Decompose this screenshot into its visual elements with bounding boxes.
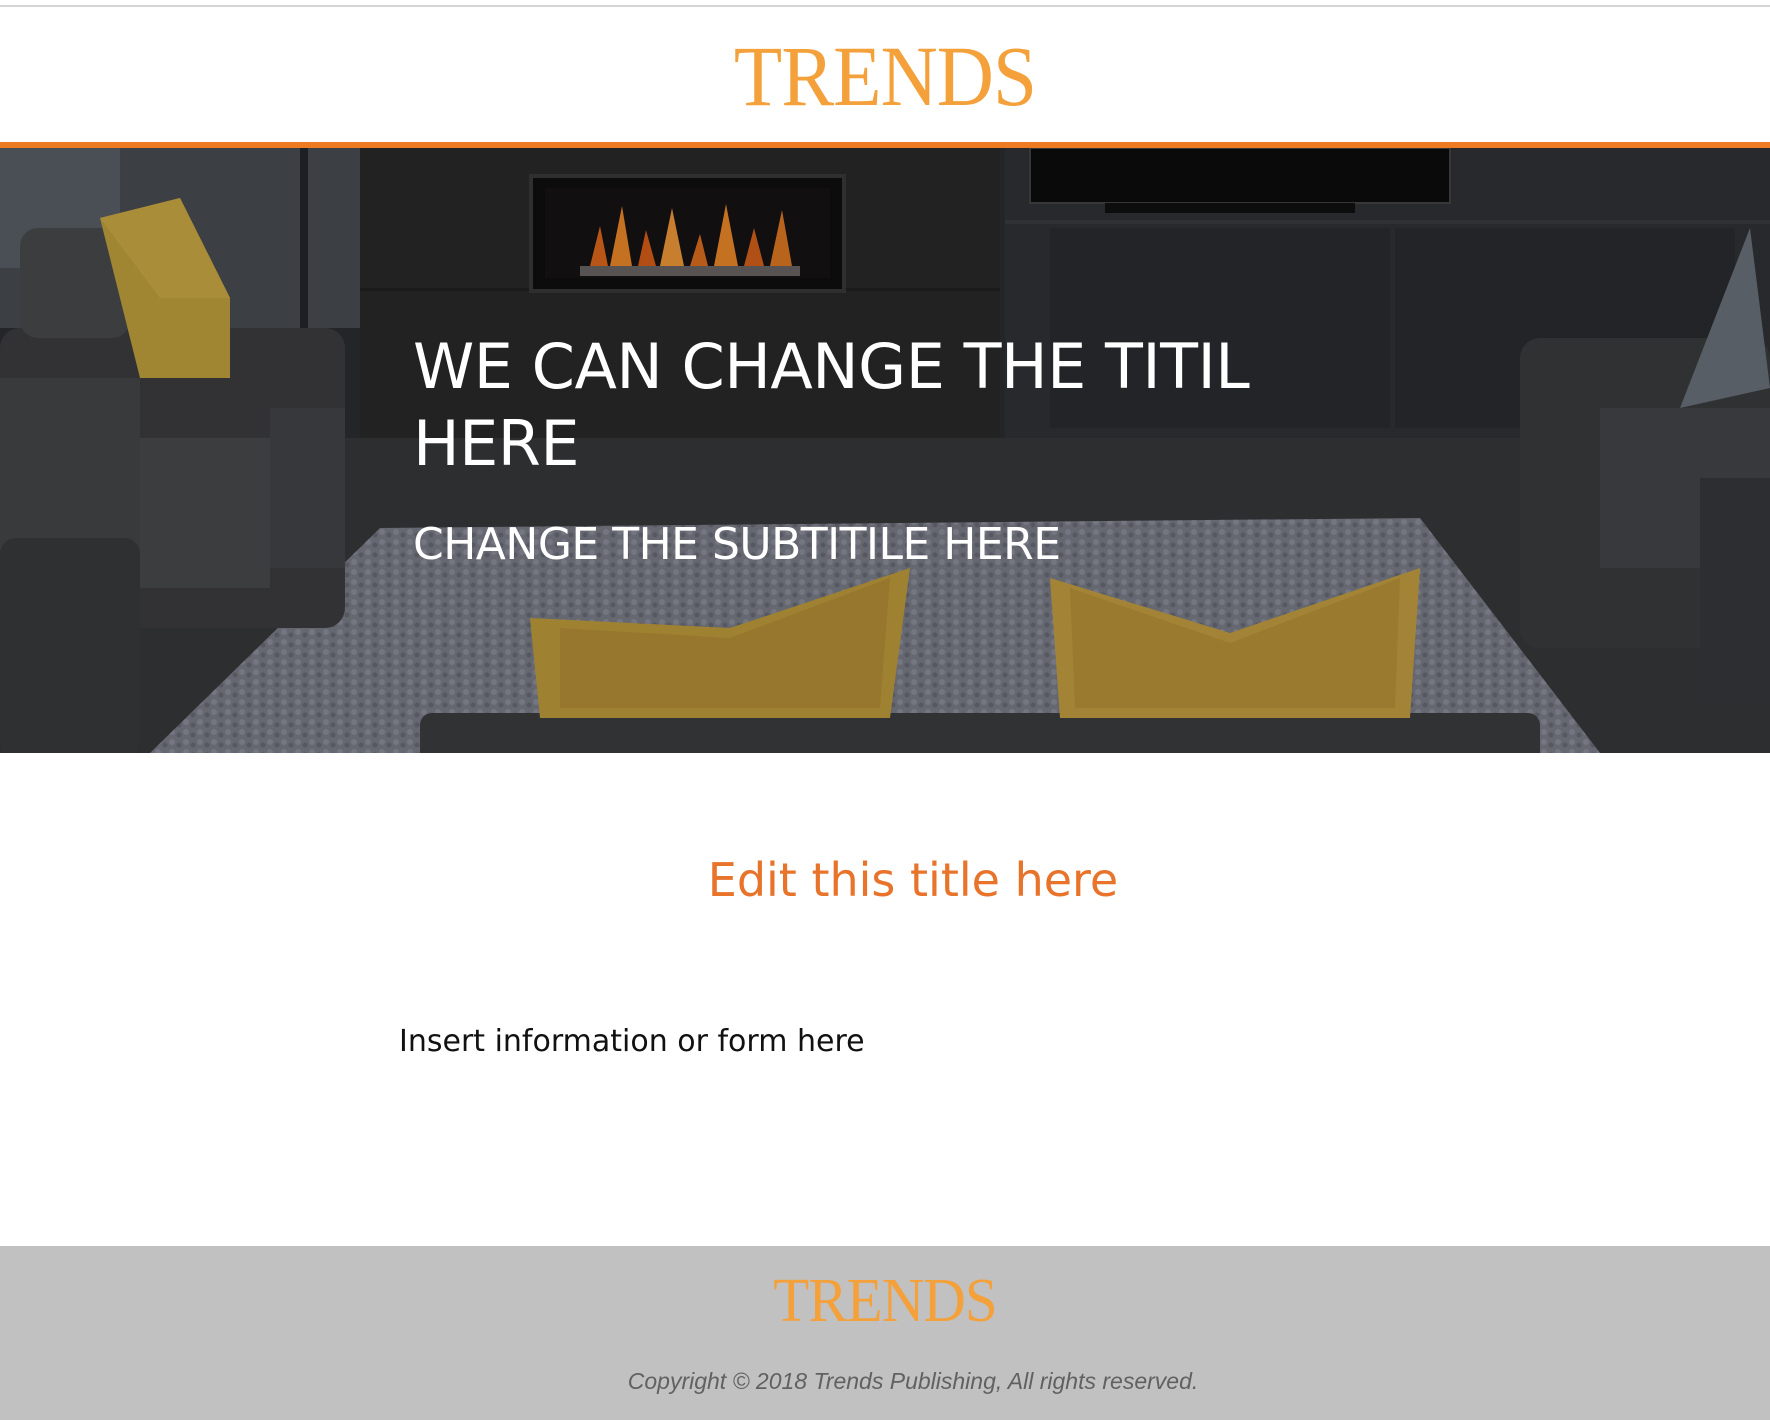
header: TRENDS	[0, 7, 1770, 142]
email-template-page: TRENDS WE CAN CHANGE THE TITIL HERE CHAN…	[0, 0, 1770, 1420]
content-placeholder-text[interactable]: Insert information or form here	[399, 1023, 865, 1061]
section-title[interactable]: Edit this title here	[0, 852, 1770, 908]
copyright-text: Copyright © 2018 Trends Publishing, All …	[627, 1368, 1199, 1394]
hero-banner: WE CAN CHANGE THE TITIL HERE CHANGE THE …	[0, 148, 1770, 753]
hero-subtitle[interactable]: CHANGE THE SUBTITILE HERE	[413, 519, 1313, 571]
hero-title[interactable]: WE CAN CHANGE THE TITIL HERE	[413, 328, 1313, 482]
footer: TRENDS Copyright © 2018 Trends Publishin…	[0, 1246, 1770, 1420]
footer-trends-logo[interactable]: TRENDS	[44, 1270, 1726, 1332]
trends-logo[interactable]: TRENDS	[71, 33, 1699, 119]
